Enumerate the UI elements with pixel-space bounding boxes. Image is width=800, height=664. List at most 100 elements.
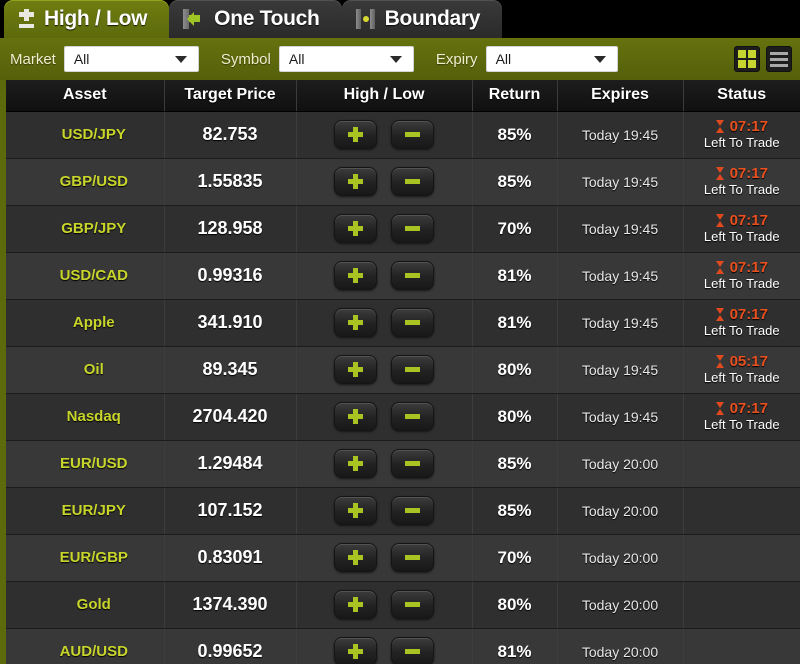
symbol-filter-label: Symbol <box>220 50 271 68</box>
trade-low-button[interactable] <box>391 637 434 664</box>
trade-low-button[interactable] <box>391 402 434 431</box>
trade-low-button[interactable] <box>391 167 434 196</box>
trade-high-button[interactable] <box>334 590 377 619</box>
trade-low-button[interactable] <box>391 543 434 572</box>
trade-low-button[interactable] <box>391 355 434 384</box>
expiry-filter-select[interactable]: All <box>485 46 618 72</box>
column-header-high-low[interactable]: High / Low <box>296 80 473 112</box>
cell-asset: GBP/USD <box>6 158 165 206</box>
cell-high-low <box>296 346 473 394</box>
cell-asset: Apple <box>6 299 165 347</box>
trade-high-button[interactable] <box>334 637 377 664</box>
status-sub-label: Left To Trade <box>703 417 780 433</box>
table-row[interactable]: EUR/JPY 107.152 85% Today 20:00 <box>6 487 800 535</box>
one-touch-icon <box>183 9 205 29</box>
cell-target-price: 0.83091 <box>164 534 297 582</box>
status-sub-label: Left To Trade <box>703 229 780 245</box>
table-row[interactable]: GBP/JPY 128.958 70% Today 19:45 07:17 Left To… <box>6 205 800 253</box>
status-time: 05:17 <box>729 352 768 370</box>
cell-return: 85% <box>472 111 558 159</box>
table-row[interactable]: Oil 89.345 80% Today 19:45 05:17 Left To Trad… <box>6 346 800 394</box>
trade-low-button[interactable] <box>391 120 434 149</box>
trade-high-button[interactable] <box>334 496 377 525</box>
status-sub-label: Left To Trade <box>703 182 780 198</box>
cell-expires: Today 20:00 <box>557 628 684 664</box>
minus-icon <box>405 414 420 419</box>
trade-high-button[interactable] <box>334 449 377 478</box>
cell-expires: Today 19:45 <box>557 252 684 300</box>
trade-high-button[interactable] <box>334 167 377 196</box>
hourglass-icon <box>715 355 725 369</box>
plus-icon <box>348 362 363 377</box>
table-row[interactable]: USD/CAD 0.99316 81% Today 19:45 07:17 Left To… <box>6 252 800 300</box>
plus-icon <box>348 315 363 330</box>
minus-icon <box>405 602 420 607</box>
table-row[interactable]: Gold 1374.390 80% Today 20:00 <box>6 581 800 629</box>
trade-high-button[interactable] <box>334 214 377 243</box>
trade-button-group <box>297 308 472 337</box>
cell-return: 80% <box>472 393 558 441</box>
cell-status <box>683 534 800 582</box>
column-header-asset[interactable]: Asset <box>6 80 165 112</box>
quotes-table-head: Asset Target Price High / Low Return Exp… <box>6 80 800 112</box>
trade-high-button[interactable] <box>334 355 377 384</box>
table-row[interactable]: EUR/GBP 0.83091 70% Today 20:00 <box>6 534 800 582</box>
symbol-filter-select[interactable]: All <box>278 46 414 72</box>
trade-high-button[interactable] <box>334 120 377 149</box>
cell-high-low <box>296 205 473 253</box>
cell-expires: Today 19:45 <box>557 158 684 206</box>
quotes-table-container: Asset Target Price High / Low Return Exp… <box>0 80 800 664</box>
table-row[interactable]: Apple 341.910 81% Today 19:45 07:17 Left To T… <box>6 299 800 347</box>
trade-high-button[interactable] <box>334 543 377 572</box>
market-filter-select[interactable]: All <box>63 46 199 72</box>
tab-boundary[interactable]: Boundary <box>341 0 503 38</box>
trade-button-group <box>297 167 472 196</box>
cell-asset: Gold <box>6 581 165 629</box>
cell-target-price: 128.958 <box>164 205 297 253</box>
cell-asset: EUR/JPY <box>6 487 165 535</box>
status-time: 07:17 <box>729 117 768 135</box>
trade-low-button[interactable] <box>391 308 434 337</box>
table-row[interactable]: USD/JPY 82.753 85% Today 19:45 07:17 Left To … <box>6 111 800 159</box>
trade-high-button[interactable] <box>334 261 377 290</box>
cell-target-price: 1.29484 <box>164 440 297 488</box>
list-view-button[interactable] <box>766 46 792 72</box>
cell-target-price: 0.99652 <box>164 628 297 664</box>
tab-one-touch[interactable]: One Touch <box>169 0 342 38</box>
trade-low-button[interactable] <box>391 496 434 525</box>
boundary-icon <box>355 9 376 29</box>
column-header-expires[interactable]: Expires <box>557 80 684 112</box>
tab-high-low[interactable]: High / Low <box>4 0 170 38</box>
trade-low-button[interactable] <box>391 261 434 290</box>
trade-low-button[interactable] <box>391 214 434 243</box>
table-row[interactable]: Nasdaq 2704.420 80% Today 19:45 07:17 Left To… <box>6 393 800 441</box>
table-row[interactable]: GBP/USD 1.55835 85% Today 19:45 07:17 Left To… <box>6 158 800 206</box>
trade-low-button[interactable] <box>391 449 434 478</box>
table-row[interactable]: EUR/USD 1.29484 85% Today 20:00 <box>6 440 800 488</box>
column-header-return[interactable]: Return <box>472 80 558 112</box>
column-header-target-price[interactable]: Target Price <box>164 80 297 112</box>
trade-button-group <box>297 120 472 149</box>
column-header-status[interactable]: Status <box>683 80 800 112</box>
minus-icon <box>405 273 420 278</box>
status-time: 07:17 <box>729 399 768 417</box>
trade-high-button[interactable] <box>334 402 377 431</box>
status-time: 07:17 <box>729 164 768 182</box>
cell-target-price: 89.345 <box>164 346 297 394</box>
trade-high-button[interactable] <box>334 308 377 337</box>
cell-target-price: 82.753 <box>164 111 297 159</box>
cell-expires: Today 20:00 <box>557 487 684 535</box>
quotes-header-row: Asset Target Price High / Low Return Exp… <box>6 80 800 112</box>
table-row[interactable]: AUD/USD 0.99652 81% Today 20:00 <box>6 628 800 664</box>
cell-return: 85% <box>472 440 558 488</box>
trade-low-button[interactable] <box>391 590 434 619</box>
cell-return: 80% <box>472 581 558 629</box>
minus-icon <box>405 179 420 184</box>
minus-icon <box>405 649 420 654</box>
cell-high-low <box>296 487 473 535</box>
cell-expires: Today 19:45 <box>557 299 684 347</box>
status-badge: 07:17 Left To Trade <box>684 400 800 433</box>
plus-icon <box>348 644 363 659</box>
quotes-table-body: USD/JPY 82.753 85% Today 19:45 07:17 Left To … <box>6 111 800 664</box>
grid-view-button[interactable] <box>734 46 760 72</box>
